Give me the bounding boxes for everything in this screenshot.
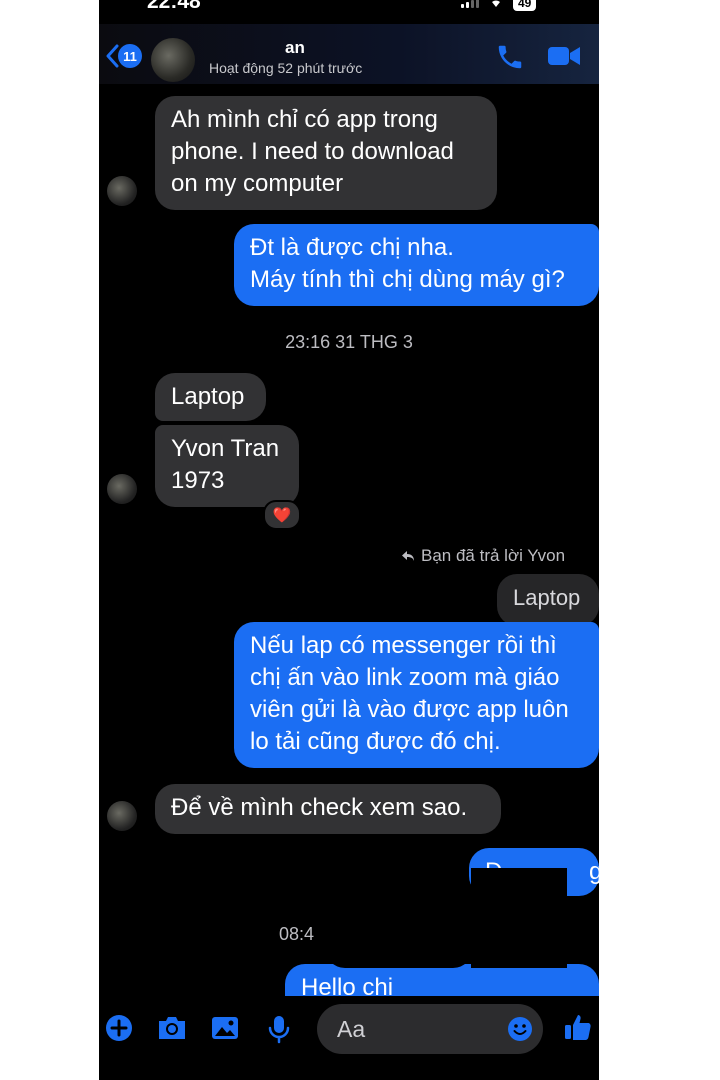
wifi-icon	[487, 0, 505, 12]
contact-active-status: Hoạt động 52 phút trước	[209, 60, 363, 76]
smiley-icon	[508, 1017, 532, 1041]
gallery-button[interactable]	[210, 1014, 240, 1047]
contact-avatar-small	[107, 801, 137, 831]
back-button[interactable]: 11	[104, 44, 142, 68]
signal-icon	[461, 0, 479, 8]
video-camera-icon	[548, 47, 580, 65]
message-composer: Aa	[99, 996, 599, 1080]
reply-indicator-text: Bạn đã trả lời Yvon	[421, 546, 566, 565]
redaction-box	[471, 868, 567, 968]
emoji-button[interactable]	[507, 1016, 533, 1047]
heart-reaction[interactable]: ❤️	[263, 500, 301, 530]
quoted-message[interactable]: Laptop	[497, 574, 599, 626]
timestamp-divider: 23:16 31 THG 3	[285, 332, 413, 352]
voice-message-button[interactable]	[267, 1014, 291, 1049]
image-icon	[212, 1017, 238, 1039]
contact-avatar-small	[107, 474, 137, 504]
battery-level: 49	[513, 0, 537, 11]
message-input[interactable]: Aa	[317, 1004, 543, 1054]
message-received[interactable]: Để về mình check xem sao.	[155, 784, 501, 834]
plus-circle-icon	[106, 1015, 132, 1041]
conversation-header: 11 an Hoạt động 52 phút trước	[99, 24, 599, 84]
contact-name[interactable]: an	[285, 38, 305, 58]
redaction-box	[325, 920, 473, 968]
video-call-button[interactable]	[547, 44, 581, 73]
contact-avatar-small	[107, 176, 137, 206]
camera-icon	[159, 1017, 185, 1039]
status-time: 22:48	[147, 0, 201, 13]
add-button[interactable]	[105, 1014, 133, 1047]
message-sent[interactable]: Đt là được chị nha. Máy tính thì chị dùn…	[234, 224, 599, 306]
message-received[interactable]: Ah mình chỉ có app trong phone. I need t…	[155, 96, 497, 210]
status-icons: 49	[461, 0, 537, 12]
message-input-placeholder: Aa	[337, 1016, 366, 1042]
heart-icon: ❤️	[272, 507, 292, 524]
message-sent[interactable]: Nếu lap có messenger rồi thì chị ấn vào …	[234, 622, 599, 768]
phone-icon	[498, 45, 522, 69]
microphone-icon	[268, 1016, 290, 1044]
reply-indicator: Bạn đã trả lời Yvon	[401, 546, 565, 566]
messenger-screen: 22:48 49 11 an Hoạt động 52 phút trước A…	[99, 0, 599, 1080]
voice-call-button[interactable]	[495, 42, 525, 77]
reply-arrow-icon	[402, 551, 414, 561]
like-button[interactable]	[563, 1012, 593, 1047]
contact-avatar[interactable]	[151, 38, 195, 82]
unread-count-badge: 11	[118, 44, 142, 68]
camera-button[interactable]	[156, 1014, 188, 1047]
message-received[interactable]: Laptop	[155, 373, 266, 421]
thumbs-up-icon	[565, 1015, 591, 1040]
message-received[interactable]: Yvon Tran 1973	[155, 425, 299, 507]
